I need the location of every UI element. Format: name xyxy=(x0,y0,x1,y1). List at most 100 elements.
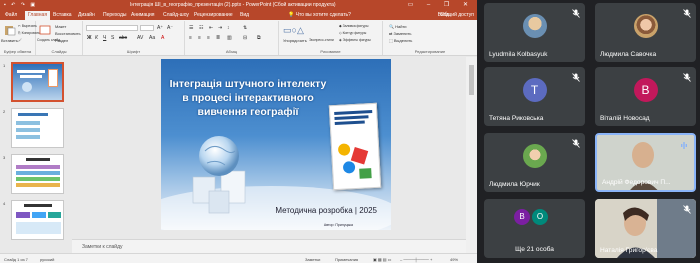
cut-button[interactable]: ✂ Вырезать xyxy=(18,24,37,28)
shape-outline-button[interactable]: ◇ Контур фигуры xyxy=(339,31,366,35)
tab-transitions[interactable]: Переходы xyxy=(103,12,126,18)
shrink-font-icon[interactable]: A⁻ xyxy=(167,25,173,31)
font-name-field[interactable] xyxy=(86,25,138,31)
slide-title[interactable]: Інтеграція штучного інтелекту в процесі … xyxy=(165,77,331,119)
find-button[interactable]: 🔍 Найти xyxy=(389,24,407,29)
thumb-bullet-block xyxy=(16,128,40,132)
slide-thumbnail-4[interactable] xyxy=(11,200,64,240)
tab-slideshow[interactable]: Слайд-шоу xyxy=(163,12,189,18)
font-color-icon[interactable]: A xyxy=(161,35,164,41)
tab-home[interactable]: Главная xyxy=(25,11,51,20)
thumb-bar xyxy=(16,165,60,169)
shapes-gallery-icon[interactable]: ▭○△ xyxy=(283,25,304,36)
align-text-icon[interactable]: ⊟ xyxy=(243,35,247,41)
tab-review[interactable]: Рецензирование xyxy=(194,12,233,18)
format-painter-button[interactable]: 🖌 xyxy=(18,38,22,42)
font-size-field[interactable] xyxy=(140,25,154,31)
bullets-icon[interactable]: ☰ xyxy=(189,25,193,31)
participant-tile[interactable]: В Віталій Новосад xyxy=(595,67,696,126)
meeting-participants-panel: Lyudmila Kolbasyuk Людмила Савочка Т Тет… xyxy=(477,0,700,263)
align-right-icon[interactable]: ≡ xyxy=(207,35,210,41)
notes-toggle-button[interactable]: Заметки xyxy=(305,257,320,262)
group-clipboard: Вставить ✂ Вырезать ⎘ Копировать 🖌 Буфер… xyxy=(0,21,40,55)
replace-button[interactable]: ⇄ Заменить xyxy=(389,31,411,36)
quick-styles-button[interactable]: Экспресс-стили xyxy=(309,38,334,42)
smartart-icon[interactable]: ⧉ xyxy=(257,35,261,41)
share-button[interactable]: Общий доступ xyxy=(440,12,474,18)
arrange-button[interactable]: Упорядочить xyxy=(283,38,307,43)
bold-icon[interactable]: Ж xyxy=(87,35,92,41)
paste-button[interactable]: Вставить xyxy=(1,38,18,43)
section-button[interactable]: Раздел xyxy=(55,38,68,43)
participant-name: Андрій Федорович П... xyxy=(602,179,671,186)
change-case-icon[interactable]: Aa xyxy=(149,35,155,41)
comments-toggle-button[interactable]: Примечания xyxy=(335,257,358,262)
select-label: Выделить xyxy=(393,38,413,43)
slide-counter: Слайд 1 из 7 xyxy=(4,257,28,262)
scroll-thumb[interactable] xyxy=(469,65,474,95)
line-spacing-icon[interactable]: ↕ xyxy=(227,25,230,31)
participant-tile[interactable]: Lyudmila Kolbasyuk xyxy=(484,3,585,62)
italic-icon[interactable]: К xyxy=(95,35,98,41)
char-spacing-icon[interactable]: AV xyxy=(137,35,143,41)
strikethrough-icon[interactable]: abc xyxy=(119,35,127,41)
slide-author[interactable]: Автор: Прилуцька xyxy=(324,223,353,227)
group-label-clipboard: Буфер обмена xyxy=(3,49,32,54)
tab-view[interactable]: Вид xyxy=(240,12,249,18)
align-center-icon[interactable]: ≡ xyxy=(198,35,201,41)
align-left-icon[interactable]: ≡ xyxy=(189,35,192,41)
zoom-slider[interactable]: – ────┼──── + xyxy=(400,257,432,262)
slide-thumbnail-1[interactable] xyxy=(11,62,64,102)
grow-font-icon[interactable]: A⁺ xyxy=(157,25,163,31)
reset-button[interactable]: Восстановить xyxy=(55,31,81,36)
group-label-paragraph: Абзац xyxy=(225,49,238,54)
text-direction-icon[interactable]: ⇅ xyxy=(243,25,247,31)
notes-pane[interactable]: Заметки к слайду xyxy=(72,239,466,253)
new-slide-icon xyxy=(39,25,51,35)
decrease-indent-icon[interactable]: ⇤ xyxy=(209,25,213,31)
numbering-icon[interactable]: ☷ xyxy=(199,25,203,31)
window-controls[interactable]: ▭ – ❐ ✕ xyxy=(408,1,474,8)
thumb-title-line xyxy=(20,75,42,78)
participant-avatar: В xyxy=(633,78,658,102)
shape-effects-button[interactable]: ◈ Эффекты фигуры xyxy=(339,38,371,42)
slide-thumbnail-3[interactable] xyxy=(11,154,64,194)
thumb-bullet-block xyxy=(16,121,40,125)
participant-tile[interactable]: Людмила Юрчик xyxy=(484,133,585,192)
tab-design[interactable]: Дизайн xyxy=(78,12,95,18)
underline-icon[interactable]: Ч xyxy=(103,35,106,41)
participant-tile[interactable]: Т Тетяна Риковська xyxy=(484,67,585,126)
tab-file[interactable]: Файл xyxy=(5,12,17,18)
group-editing: 🔍 Найти ⇄ Заменить ⬚ Выделить Редактиров… xyxy=(383,21,477,55)
vertical-scrollbar[interactable] xyxy=(466,57,477,253)
speaking-indicator-icon xyxy=(681,142,687,149)
justify-icon[interactable]: ≣ xyxy=(216,35,220,41)
language-indicator[interactable]: русский xyxy=(40,257,54,262)
view-buttons[interactable]: ▣ ▦ ▤ ▭ xyxy=(373,257,391,262)
slide-subtitle[interactable]: Методична розробка | 2025 xyxy=(275,206,377,215)
group-label-editing: Редактирование xyxy=(414,49,446,54)
thumb-book-image xyxy=(48,69,58,87)
shadow-icon[interactable]: S xyxy=(111,35,114,41)
participant-avatar: В xyxy=(514,209,530,225)
tab-insert[interactable]: Вставка xyxy=(53,12,72,18)
more-participants-tile[interactable]: В О Ще 21 особа xyxy=(484,199,585,258)
participant-tile[interactable]: Наталія Григор'єва xyxy=(595,199,696,258)
quick-access-toolbar[interactable]: ▪ ↶ ↷ ▣ xyxy=(4,2,37,8)
thumb-number: 4 xyxy=(3,201,6,206)
slide-thumbnail-2[interactable] xyxy=(11,108,64,148)
layout-button[interactable]: Макет xyxy=(55,24,66,29)
increase-indent-icon[interactable]: ⇥ xyxy=(218,25,222,31)
zoom-level[interactable]: 49% xyxy=(450,257,458,262)
select-button[interactable]: ⬚ Выделить xyxy=(389,38,412,43)
participant-tile[interactable]: Людмила Савочка xyxy=(595,3,696,62)
tab-animations[interactable]: Анимация xyxy=(131,12,154,18)
thumb-number: 1 xyxy=(3,63,6,68)
slide-canvas[interactable]: Інтеграція штучного інтелекту в процесі … xyxy=(161,59,391,230)
tell-me-box[interactable]: 💡 Что вы хотите сделать? xyxy=(288,12,351,18)
shape-fill-button[interactable]: ◆ Заливка фигуры xyxy=(339,24,368,28)
participant-tile-speaking[interactable]: Андрій Федорович П... xyxy=(595,133,696,192)
thumb-bullet-block xyxy=(16,135,40,139)
notes-placeholder: Заметки к слайду xyxy=(82,244,123,250)
columns-icon[interactable]: ▥ xyxy=(227,35,232,41)
